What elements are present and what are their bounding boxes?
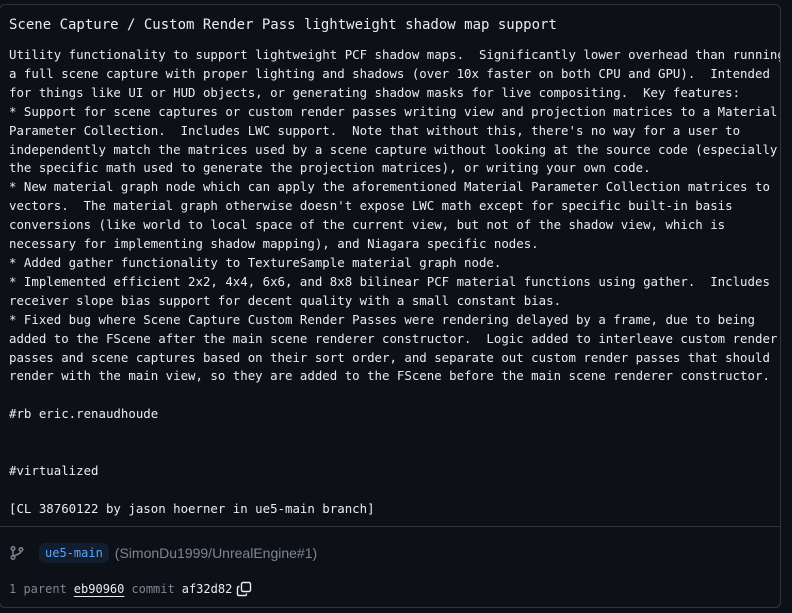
commit-footer: ue5-main (SimonDu1999/UnrealEngine#1) 1 … [0, 526, 780, 607]
commit-description: Utility functionality to support lightwe… [9, 47, 781, 516]
parent-commit-link[interactable]: eb90960 [74, 582, 125, 596]
branch-link[interactable]: ue5-main [39, 543, 109, 563]
parent-commit-row: 1 parent eb90960 commit af32d82 [9, 579, 252, 599]
branch-row: ue5-main (SimonDu1999/UnrealEngine#1) [9, 541, 317, 565]
commit-details-box: Scene Capture / Custom Render Pass light… [0, 4, 781, 608]
parent-count-label: 1 parent [9, 582, 67, 596]
commit-sha: af32d82 [181, 582, 233, 596]
pull-request-link[interactable]: (SimonDu1999/UnrealEngine#1) [115, 545, 317, 561]
commit-label: commit [131, 582, 175, 596]
git-branch-icon [9, 545, 25, 561]
commit-title: Scene Capture / Custom Render Pass light… [9, 17, 557, 33]
copy-icon[interactable] [236, 581, 252, 597]
